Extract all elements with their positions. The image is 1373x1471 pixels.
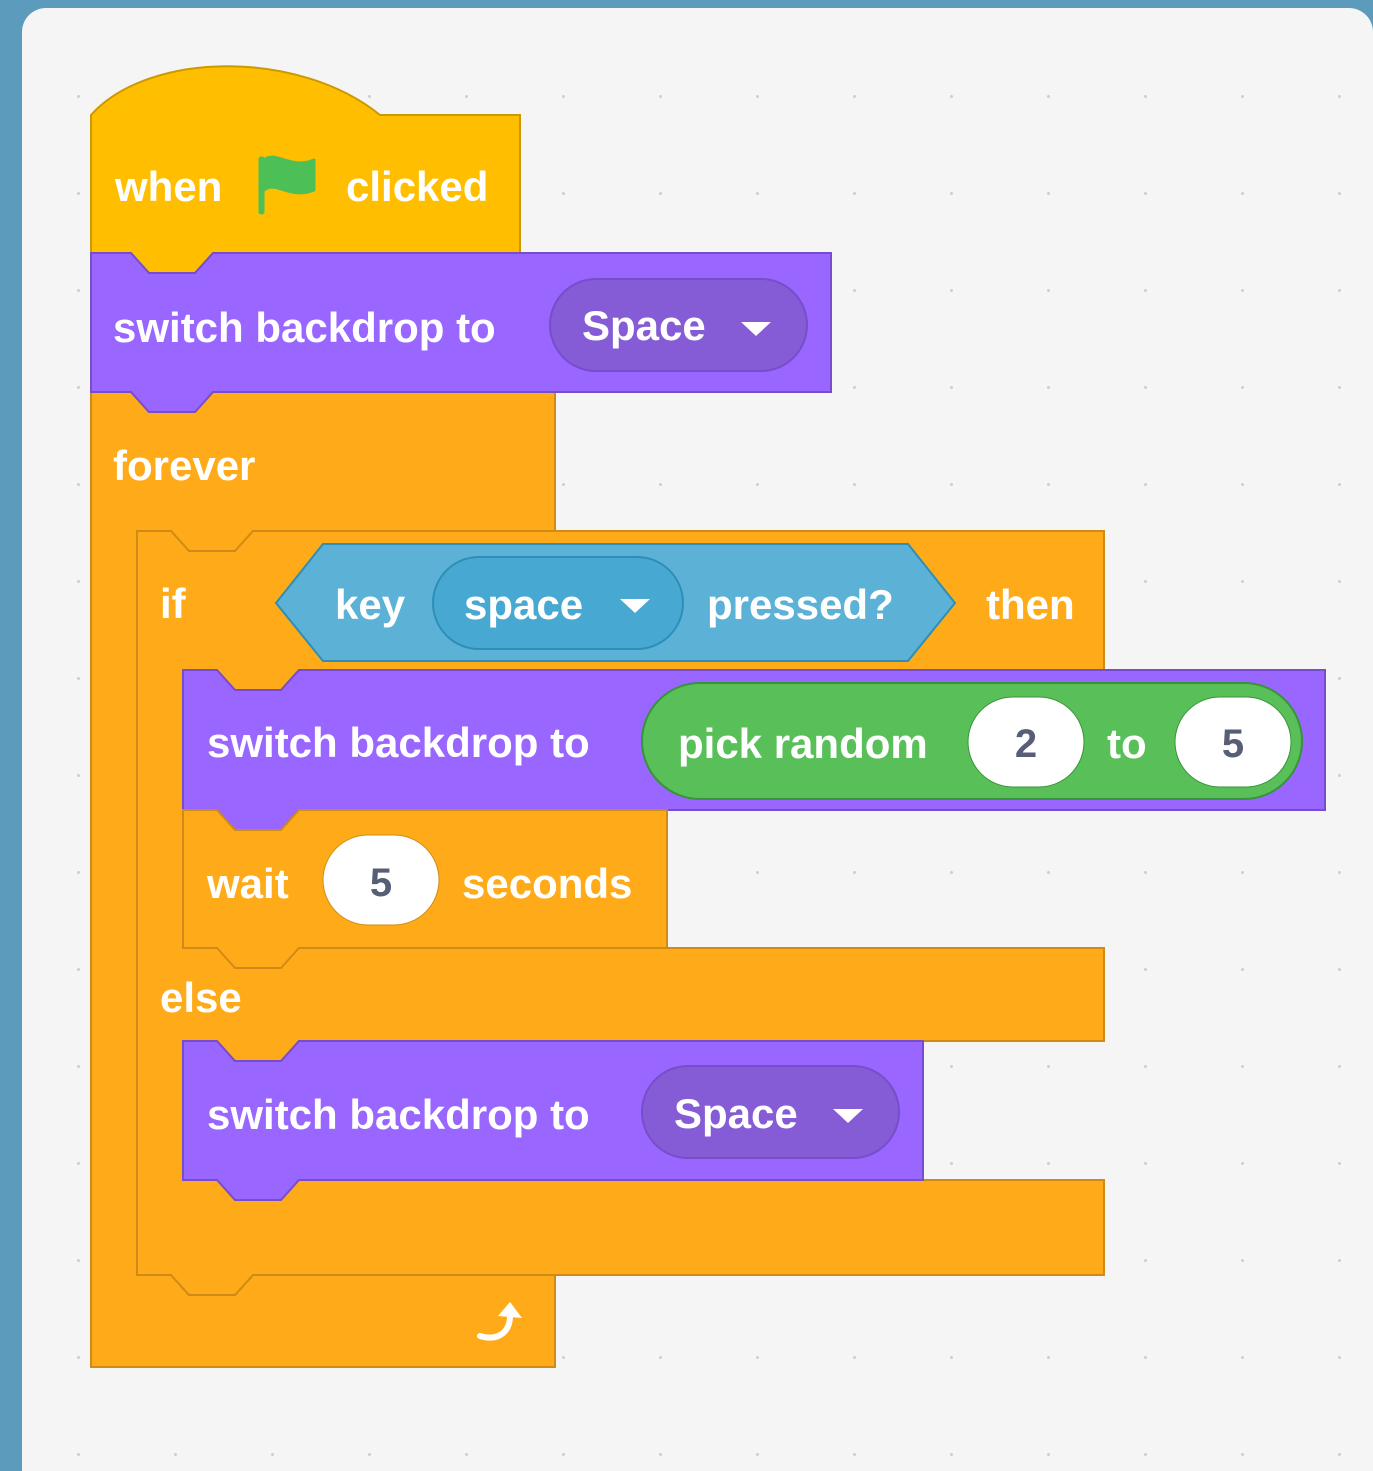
if-label: if bbox=[160, 580, 187, 627]
seconds-label: seconds bbox=[462, 860, 632, 907]
key-dropdown-value: space bbox=[464, 581, 583, 628]
backdrop-dropdown-value: Space bbox=[582, 302, 706, 349]
else-label: else bbox=[160, 974, 242, 1021]
switch-backdrop-label: switch backdrop to bbox=[207, 719, 590, 766]
to-label: to bbox=[1107, 720, 1147, 767]
switch-backdrop-label: switch backdrop to bbox=[113, 304, 496, 351]
key-label: key bbox=[335, 581, 406, 628]
switch-backdrop-label: switch backdrop to bbox=[207, 1091, 590, 1138]
backdrop-dropdown-value: Space bbox=[674, 1090, 798, 1137]
wait-seconds-value: 5 bbox=[370, 861, 392, 905]
pick-random-label: pick random bbox=[678, 720, 928, 767]
wait-label: wait bbox=[206, 860, 289, 907]
random-from-value: 2 bbox=[1015, 722, 1037, 766]
forever-label: forever bbox=[113, 442, 255, 489]
then-label: then bbox=[986, 581, 1075, 628]
script-stack: when clicked switch backdrop to Space fo… bbox=[90, 65, 1326, 1368]
when-label: when bbox=[114, 163, 222, 210]
clicked-label: clicked bbox=[346, 163, 488, 210]
random-to-value: 5 bbox=[1222, 722, 1244, 766]
pressed-label: pressed? bbox=[707, 581, 894, 628]
